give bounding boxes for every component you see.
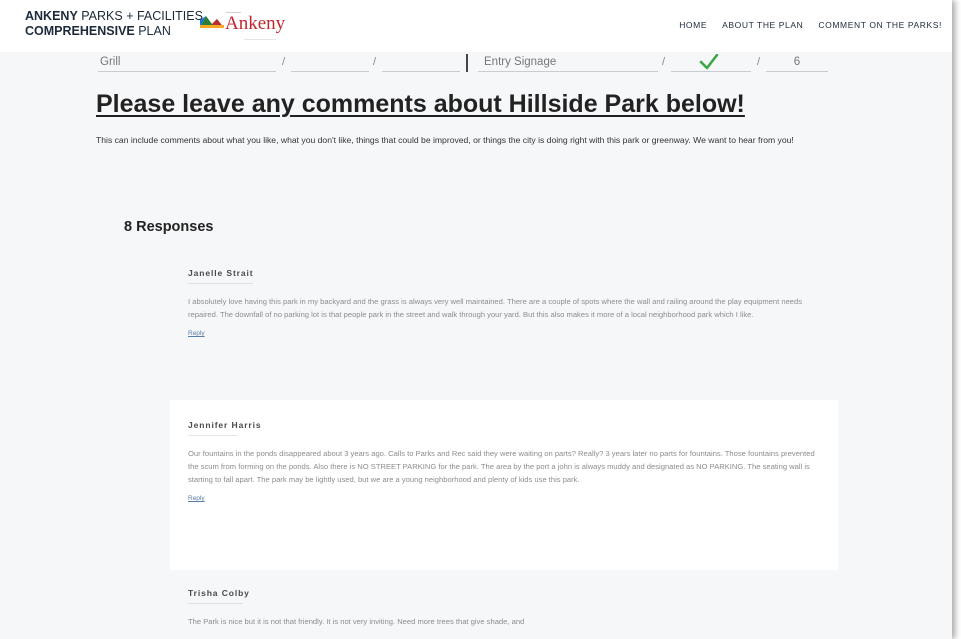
checkmark-icon [699,54,719,70]
ankeny-logo[interactable]: Ankeny ——— ———————— [200,10,300,41]
comment-text: Our fountains in the ponds disappeared a… [188,449,815,484]
main-content: Grill / / Entry Signage / / 6 Please lea… [0,52,952,639]
site-header: ANKENY PARKS + FACILITIES COMPREHENSIVE … [0,0,952,52]
brand-line1-bold: ANKENY [25,9,78,23]
comment-item: Jennifer Harris —————————— Our fountains… [170,400,838,570]
comment-item: Janelle Strait ————————————— I absolutel… [170,268,838,388]
logo-city-mark: ——— [226,10,241,16]
comment-item: Trisha Colby ——————————— The Park is nic… [170,586,838,639]
brand-line2-bold: COMPREHENSIVE [25,24,135,38]
amenity-score-value: 6 [793,56,801,68]
amenity-cell-entry-signage: Entry Signage [478,56,658,72]
comment-text: I absolutely love having this park in my… [188,297,803,319]
amenity-rating-cell [291,56,369,72]
reply-link[interactable]: Reply [188,495,205,502]
logo-wordmark: Ankeny [225,13,286,34]
comment-author[interactable]: Trisha Colby [188,588,820,598]
separator-slash: / [662,56,666,68]
brand-line2-rest: PLAN [134,24,171,38]
comments-intro: This can include comments about what you… [96,135,794,145]
separator-slash: / [373,56,377,68]
logo-tagline-mark: ———————— [244,36,276,41]
comment-text: The Park is nice but it is not that frie… [188,617,525,626]
nav-comment-on-the-parks[interactable]: COMMENT ON THE PARKS! [818,20,942,30]
ankeny-logo-mark-icon [200,16,224,28]
column-divider [466,54,468,72]
amenity-label-grill: Grill [100,56,121,68]
site-title[interactable]: ANKENY PARKS + FACILITIES COMPREHENSIVE … [25,9,203,39]
comments-heading: Please leave any comments about Hillside… [96,90,745,118]
amenity-score-cell: 6 [766,56,828,72]
brand-line1-rest: PARKS + FACILITIES [77,9,203,23]
separator-slash: / [282,56,286,68]
amenities-rating-row: Grill / / Entry Signage / / 6 [98,54,838,72]
page-frame: ANKENY PARKS + FACILITIES COMPREHENSIVE … [0,0,952,639]
reply-link[interactable]: Reply [188,330,205,337]
amenity-cell-grill: Grill [98,56,276,72]
amenity-rating-cell [671,54,751,72]
amenity-label-entry-signage: Entry Signage [484,56,557,68]
comment-date[interactable]: ——————————— [188,601,820,607]
comment-date[interactable]: —————————— [188,433,820,439]
responses-count: 8 Responses [124,219,214,235]
main-nav: HOME ABOUT THE PLAN COMMENT ON THE PARKS… [679,20,942,30]
nav-about-the-plan[interactable]: ABOUT THE PLAN [722,20,803,30]
separator-slash: / [757,56,761,68]
amenity-score-cell [382,56,460,72]
comment-date[interactable]: ————————————— [188,281,820,287]
comment-author[interactable]: Janelle Strait [188,268,820,278]
comment-author[interactable]: Jennifer Harris [188,420,820,430]
nav-home[interactable]: HOME [679,20,707,30]
